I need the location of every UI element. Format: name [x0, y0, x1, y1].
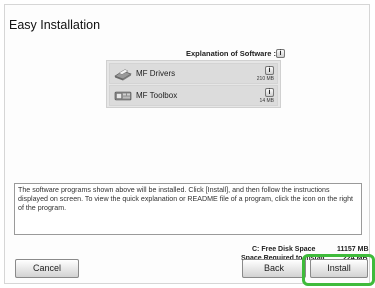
software-list: MF Drivers i 210 MB MF Toolbox i 14 MB: [106, 60, 281, 108]
software-size: 210 MB: [256, 76, 274, 82]
explanation-label: Explanation of Software :: [186, 49, 277, 58]
description-box: The software programs shown above will b…: [14, 183, 362, 235]
software-name: MF Toolbox: [136, 91, 178, 100]
installer-window: [4, 4, 370, 284]
install-highlight: [302, 254, 375, 286]
explanation-of-software: Explanation of Software : i: [186, 49, 285, 58]
software-size: 14 MB: [259, 98, 274, 104]
info-icon[interactable]: i: [265, 66, 274, 75]
page-title: Easy Installation: [9, 18, 101, 32]
info-icon[interactable]: i: [265, 88, 274, 97]
info-icon[interactable]: i: [276, 49, 285, 58]
software-item-mf-toolbox: MF Toolbox i 14 MB: [109, 85, 278, 106]
free-disk-space-value: 11157 MB: [337, 246, 369, 253]
software-name: MF Drivers: [136, 69, 176, 78]
free-disk-space-label: C: Free Disk Space: [252, 246, 316, 253]
software-item-mf-drivers: MF Drivers i 210 MB: [109, 63, 278, 84]
printer-icon: [114, 69, 132, 81]
scanner-icon: [114, 91, 132, 101]
back-button[interactable]: Back: [242, 259, 306, 278]
cancel-button[interactable]: Cancel: [15, 259, 79, 278]
